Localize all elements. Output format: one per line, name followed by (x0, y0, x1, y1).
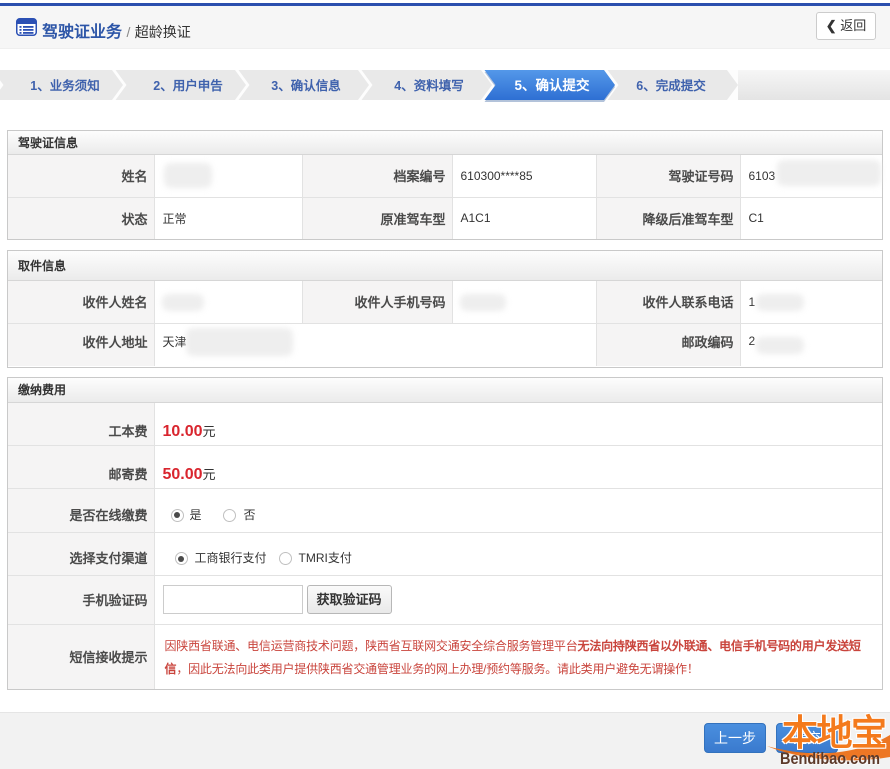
svg-text:6、完成提交: 6、完成提交 (636, 78, 706, 93)
svg-text:4、资料填写: 4、资料填写 (394, 78, 463, 93)
svg-text:2、用户申告: 2、用户申告 (153, 78, 223, 93)
svg-text:5、确认提交: 5、确认提交 (514, 77, 590, 93)
svg-text:3、确认信息: 3、确认信息 (271, 78, 341, 93)
svg-text:1、业务须知: 1、业务须知 (30, 78, 99, 93)
